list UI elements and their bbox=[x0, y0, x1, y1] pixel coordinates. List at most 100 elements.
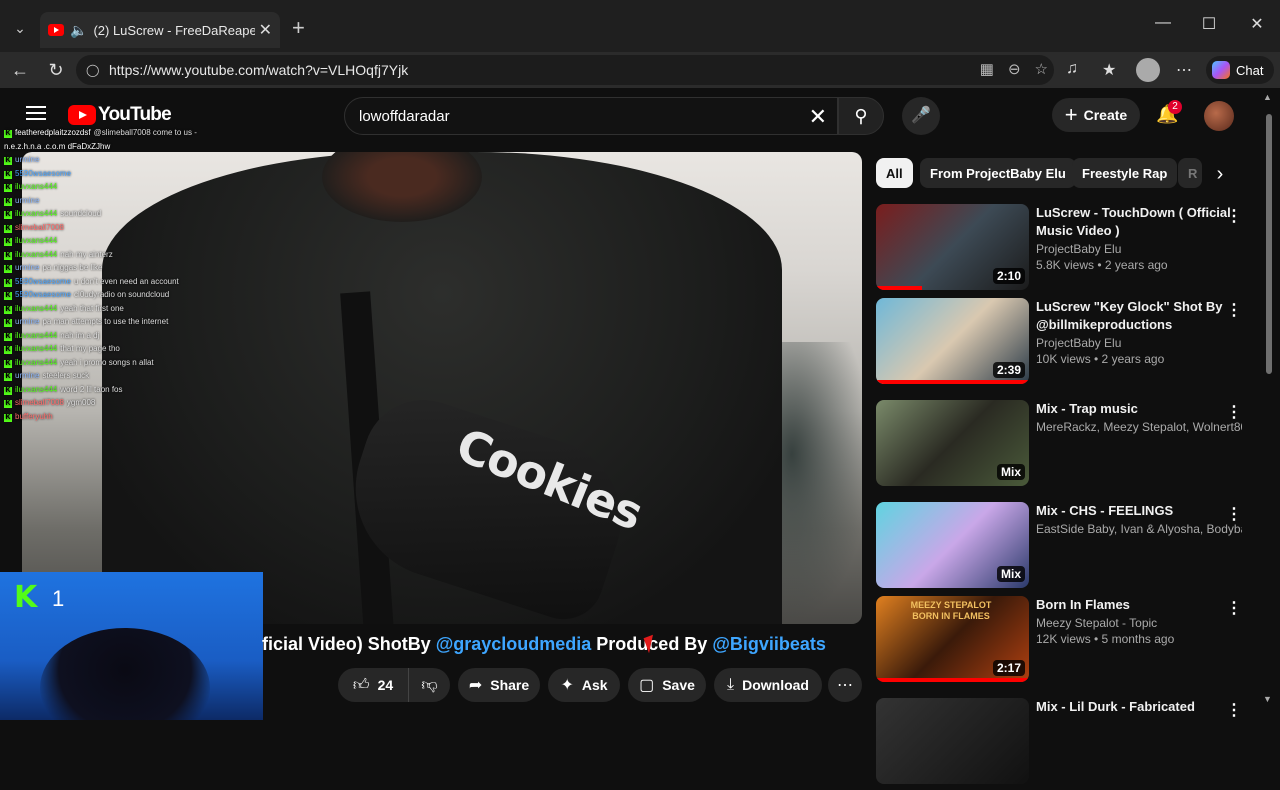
more-options-icon[interactable]: ⋮ bbox=[1226, 598, 1242, 618]
title-link-graycloudmedia[interactable]: @graycloudmedia bbox=[436, 634, 592, 654]
bookmark-icon: ▢ bbox=[639, 677, 655, 694]
back-arrow-icon[interactable]: ← bbox=[8, 58, 32, 82]
dislike-button[interactable]: 👎︎ bbox=[408, 668, 450, 702]
scrollbar-thumb[interactable] bbox=[1266, 114, 1272, 374]
menu-icon[interactable] bbox=[26, 106, 46, 120]
video-thumbnail[interactable]: 2:10 bbox=[876, 204, 1029, 290]
channel-name[interactable]: MereRackz, Meezy Stepalot, Wolnert800,..… bbox=[1036, 420, 1242, 434]
recommended-video[interactable]: 2:10 LuScrew - TouchDown ( Official Music… bbox=[876, 204, 1246, 296]
copilot-chat-button[interactable]: Chat bbox=[1206, 56, 1274, 84]
video-title-link[interactable]: Born In Flames bbox=[1036, 596, 1242, 614]
chip-all[interactable]: All bbox=[876, 158, 913, 188]
chat-username: iluvxans444 bbox=[15, 344, 58, 353]
share-button[interactable]: ➦ Share bbox=[458, 668, 540, 702]
chat-message: Kiluvxans444 nah my ainterz bbox=[4, 248, 204, 262]
chat-message: Kiluvxans444 that my page tho bbox=[4, 342, 204, 356]
recommended-video[interactable]: Mix - Lil Durk - Fabricated ⋮ bbox=[876, 698, 1246, 790]
chat-text: steelers suck bbox=[42, 371, 90, 380]
chat-message: Kurmine steelers suck bbox=[4, 369, 204, 383]
channel-name[interactable]: ProjectBaby Elu bbox=[1036, 336, 1242, 350]
chat-username: iluvxans444 bbox=[15, 249, 58, 259]
more-actions-button[interactable]: ⋯ bbox=[828, 668, 862, 702]
chat-username: urmine bbox=[15, 263, 40, 272]
save-button[interactable]: ▢ Save bbox=[628, 668, 706, 702]
address-bar[interactable]: ◯ https://www.youtube.com/watch?v=VLHOqf… bbox=[76, 55, 1054, 85]
voice-search-mic-icon[interactable]: 🎤 bbox=[902, 97, 940, 135]
channel-name[interactable]: EastSide Baby, Ivan & Alyosha, Bodybagg.… bbox=[1036, 522, 1242, 536]
new-tab-button[interactable]: + bbox=[292, 16, 305, 40]
zoom-out-icon[interactable]: ⊖ bbox=[1008, 60, 1021, 78]
reload-icon[interactable]: ↻ bbox=[44, 58, 68, 82]
youtube-logo[interactable]: YouTube bbox=[68, 104, 172, 126]
chat-username: iluvxans444 bbox=[15, 236, 58, 245]
app-available-icon[interactable]: ▦ bbox=[980, 60, 994, 78]
close-window-icon[interactable]: ✕ bbox=[1234, 14, 1280, 34]
kick-badge-icon: K bbox=[4, 292, 12, 300]
browser-profile-avatar[interactable] bbox=[1136, 58, 1160, 82]
chat-username: slimeball7008 bbox=[15, 398, 64, 407]
chat-message: Kiluvxans444 word 2 lil taon fos bbox=[4, 383, 204, 397]
video-title-link[interactable]: LuScrew "Key Glock" Shot By @billmikepro… bbox=[1036, 298, 1242, 334]
minimize-icon[interactable]: — bbox=[1140, 14, 1186, 32]
kick-badge-icon: K bbox=[4, 346, 12, 354]
kick-badge-icon: K bbox=[4, 197, 12, 206]
account-avatar[interactable] bbox=[1204, 101, 1234, 131]
channel-name[interactable]: Meezy Stepalot - Topic bbox=[1036, 616, 1242, 630]
download-button[interactable]: ⤓ Download bbox=[714, 668, 822, 702]
chat-message: Kiluvxans444 yeah i promo songs n allat bbox=[4, 356, 204, 370]
browser-toolbar: ← ↻ ◯ https://www.youtube.com/watch?v=VL… bbox=[0, 52, 1280, 88]
scroll-up-arrow-icon[interactable]: ▲ bbox=[1263, 92, 1272, 102]
recommended-video[interactable]: Mix Mix - Trap music MereRackz, Meezy Step… bbox=[876, 400, 1246, 492]
favorite-star-icon[interactable]: ☆ bbox=[1035, 60, 1048, 78]
video-title-link[interactable]: Mix - CHS - FEELINGS bbox=[1036, 502, 1242, 520]
search-input[interactable]: lowoffdaradar ✕ bbox=[344, 97, 838, 135]
media-control-icon[interactable]: ♫ bbox=[1066, 60, 1078, 78]
scroll-down-arrow-icon[interactable]: ▼ bbox=[1263, 694, 1272, 704]
video-thumbnail[interactable]: MEEZY STEPALOT BORN IN FLAMES 2:17 bbox=[876, 596, 1029, 682]
chip-freestyle-rap[interactable]: Freestyle Rap bbox=[1072, 158, 1178, 188]
video-meta: Mix - Lil Durk - Fabricated bbox=[1036, 698, 1242, 720]
create-button[interactable]: + Create bbox=[1052, 98, 1140, 132]
more-options-icon[interactable]: ⋮ bbox=[1226, 300, 1242, 320]
mix-badge: Mix bbox=[996, 464, 1025, 480]
maximize-icon[interactable]: ☐ bbox=[1186, 14, 1232, 34]
more-options-icon[interactable]: ⋮ bbox=[1226, 206, 1242, 226]
chips-next-chevron-icon[interactable]: › bbox=[1206, 160, 1234, 188]
video-thumbnail[interactable]: Mix bbox=[876, 502, 1029, 588]
page-scrollbar[interactable] bbox=[1264, 92, 1274, 712]
video-thumbnail[interactable]: 2:39 bbox=[876, 298, 1029, 384]
youtube-wordmark: YouTube bbox=[98, 104, 172, 125]
recommended-video[interactable]: MEEZY STEPALOT BORN IN FLAMES 2:17 Born In… bbox=[876, 596, 1246, 688]
more-options-icon[interactable]: ⋮ bbox=[1226, 700, 1242, 720]
title-link-bigviibeats[interactable]: @Bigviibeats bbox=[712, 634, 826, 654]
save-label: Save bbox=[662, 677, 695, 693]
tab-list-chevron-icon[interactable]: ⌄ bbox=[8, 16, 32, 40]
chip-from-projectbaby-elu[interactable]: From ProjectBaby Elu bbox=[920, 158, 1076, 188]
more-menu-icon[interactable]: ⋯ bbox=[1176, 60, 1192, 80]
more-options-icon[interactable]: ⋮ bbox=[1226, 402, 1242, 422]
browser-tab[interactable]: 🔈 (2) LuScrew - FreeDaReaper ( ✕ bbox=[40, 12, 280, 48]
close-tab-icon[interactable]: ✕ bbox=[259, 20, 272, 40]
chat-text: nah im a dj bbox=[60, 330, 100, 340]
ask-button[interactable]: ✦ Ask bbox=[548, 668, 620, 702]
chat-text: soundcloud bbox=[60, 209, 102, 218]
search-button[interactable]: ⚲ bbox=[838, 97, 884, 135]
more-icon: ⋯ bbox=[837, 677, 853, 694]
chip-r[interactable]: R bbox=[1178, 158, 1202, 188]
video-title-link[interactable]: LuScrew - TouchDown ( Official Music Vid… bbox=[1036, 204, 1242, 240]
more-options-icon[interactable]: ⋮ bbox=[1226, 504, 1242, 524]
recommended-video[interactable]: 2:39 LuScrew "Key Glock" Shot By @billmik… bbox=[876, 298, 1246, 390]
speaker-icon[interactable]: 🔈 bbox=[70, 22, 87, 39]
favorites-icon[interactable]: ★ bbox=[1102, 60, 1116, 80]
video-title-link[interactable]: Mix - Trap music bbox=[1036, 400, 1242, 418]
recommended-video[interactable]: Mix Mix - CHS - FEELINGS EastSide Baby, Iv… bbox=[876, 502, 1246, 594]
like-button[interactable]: 👍︎ 24 bbox=[338, 668, 408, 702]
video-title-link[interactable]: Mix - Lil Durk - Fabricated bbox=[1036, 698, 1242, 716]
chat-message: K 5590wsaesome bbox=[4, 167, 204, 181]
video-meta: LuScrew - TouchDown ( Official Music Vid… bbox=[1036, 204, 1242, 272]
thumbnail-text: MEEZY STEPALOT BORN IN FLAMES bbox=[910, 600, 992, 621]
clear-search-icon[interactable]: ✕ bbox=[809, 104, 827, 130]
video-thumbnail[interactable]: Mix bbox=[876, 400, 1029, 486]
channel-name[interactable]: ProjectBaby Elu bbox=[1036, 242, 1242, 256]
video-thumbnail[interactable] bbox=[876, 698, 1029, 784]
